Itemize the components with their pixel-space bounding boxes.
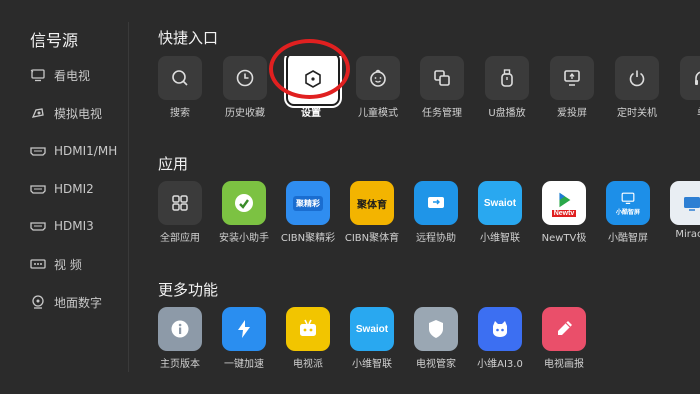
tile-label: 远程协助 (416, 233, 456, 244)
usb-icon (485, 56, 529, 100)
swaiot-icon: Swaiot (478, 181, 522, 225)
quick-task-manager-tile[interactable]: 任务管理 (420, 56, 484, 122)
tile-label: 小维智联 (352, 359, 392, 370)
tile-label: 设置 (301, 108, 321, 119)
sidebar-item-label: 地面数字 (54, 295, 103, 310)
task-manager-icon (420, 56, 464, 100)
hdmi-icon (30, 144, 46, 158)
tv-icon (30, 68, 46, 82)
sidebar-item-hdmi1[interactable]: HDMI1/MH (30, 139, 117, 163)
lightning-icon (222, 307, 266, 351)
tile-label: 任务管理 (422, 108, 462, 119)
tile-label: 安装小助手 (219, 233, 269, 244)
cibn-jujingcai-icon: 聚精彩 (286, 181, 330, 225)
quick-cast-tile[interactable]: 爱投屏 (550, 56, 614, 122)
tile-label: 历史收藏 (225, 108, 265, 119)
antenna-icon (30, 106, 46, 120)
miracast-icon (670, 181, 700, 225)
quick-access-row: 搜索 历史收藏 设置 儿童模式 任务管理 U盘播放 爱投屏 定时关机 (158, 56, 700, 130)
sidebar-divider (128, 22, 129, 372)
info-icon (158, 307, 202, 351)
hdmi-icon (30, 182, 46, 196)
swaiot-icon: Swaiot (350, 307, 394, 351)
tile-label: 电视管家 (416, 359, 456, 370)
tile-label: 儿童模式 (358, 108, 398, 119)
app-miracast-tile[interactable]: Miraca (670, 181, 700, 247)
grid-icon (158, 181, 202, 225)
tile-label: 一键加速 (224, 359, 264, 370)
tile-label: NewTV极 (541, 233, 587, 244)
tile-label: CIBN聚体育 (344, 233, 400, 244)
power-icon (615, 56, 659, 100)
sidebar-item-label: 模拟电视 (54, 106, 103, 121)
sidebar-title: 信号源 (30, 31, 79, 50)
tile-label: 主页版本 (160, 359, 200, 370)
xiaowei-ai-icon (478, 307, 522, 351)
tile-label: 全部应用 (160, 233, 200, 244)
sidebar-item-label: 看电视 (54, 68, 91, 83)
tile-label: 小维AI3.0 (477, 359, 523, 370)
pencil-icon (542, 307, 586, 351)
tile-label: Miraca (675, 229, 700, 240)
tile-label: 搜索 (170, 108, 190, 119)
apps-row: 全部应用 安装小助手 聚精彩 CIBN聚精彩 聚体育 CIBN聚体育 远程协助 … (158, 181, 700, 251)
install-helper-icon (222, 181, 266, 225)
quick-sleep-timer-tile[interactable]: 定时关机 (615, 56, 679, 122)
tile-label: 定时关机 (617, 108, 657, 119)
apps-title: 应用 (158, 155, 189, 173)
more-features-row: 主页版本 一键加速 电视派 Swaiot 小维智联 电视管家 小维AI3.0 电… (158, 307, 700, 377)
quick-usb-play-tile[interactable]: U盘播放 (485, 56, 549, 122)
sidebar-item-label: 视 频 (54, 257, 82, 272)
search-icon (158, 56, 202, 100)
tile-label: 爱投屏 (557, 108, 587, 119)
cast-icon (550, 56, 594, 100)
tile-label: 电视画报 (544, 359, 584, 370)
tv-pie-icon (286, 307, 330, 351)
sidebar-item-label: HDMI1/MH (54, 144, 118, 158)
signal-source-sidebar: 信号源 看电视 模拟电视 HDMI1/MH HDMI2 HDMI3 视 频 地面… (0, 0, 128, 394)
sidebar-item-video[interactable]: 视 频 (30, 252, 82, 276)
tile-label: 电视派 (293, 359, 323, 370)
sidebar-item-analog-tv[interactable]: 模拟电视 (30, 101, 102, 125)
tile-label: 小维智联 (480, 233, 520, 244)
video-icon (30, 257, 46, 271)
xiaoku-icon: 小酷智屏 (606, 181, 650, 225)
sidebar-item-tv[interactable]: 看电视 (30, 63, 90, 87)
child-face-icon (356, 56, 400, 100)
tile-label: 单 (672, 104, 700, 119)
sidebar-item-hdmi2[interactable]: HDMI2 (30, 177, 94, 201)
hdmi-icon (30, 219, 46, 233)
shield-icon (414, 307, 458, 351)
sidebar-item-label: HDMI2 (54, 182, 94, 196)
highlight-ring (269, 39, 350, 99)
more-tv-pictorial-tile[interactable]: 电视画报 (542, 307, 606, 373)
tile-label: U盘播放 (488, 108, 526, 119)
sidebar-item-hdmi3[interactable]: HDMI3 (30, 214, 94, 238)
clock-icon (223, 56, 267, 100)
sidebar-item-label: HDMI3 (54, 219, 94, 233)
tile-label: 小酷智屏 (608, 233, 648, 244)
more-features-title: 更多功能 (158, 281, 219, 299)
sidebar-item-dtv[interactable]: 地面数字 (30, 290, 102, 314)
quick-search-tile[interactable]: 搜索 (158, 56, 222, 122)
headphone-icon (680, 56, 700, 100)
remote-assist-icon (414, 181, 458, 225)
newtv-icon: Newtv (542, 181, 586, 225)
dtv-icon (30, 295, 46, 309)
quick-partial-tile[interactable]: 单 (680, 56, 700, 122)
cibn-sports-icon: 聚体育 (350, 181, 394, 225)
quick-kids-mode-tile[interactable]: 儿童模式 (356, 56, 420, 122)
quick-access-title: 快捷入口 (158, 29, 219, 47)
tile-label: CIBN聚精彩 (280, 233, 336, 244)
